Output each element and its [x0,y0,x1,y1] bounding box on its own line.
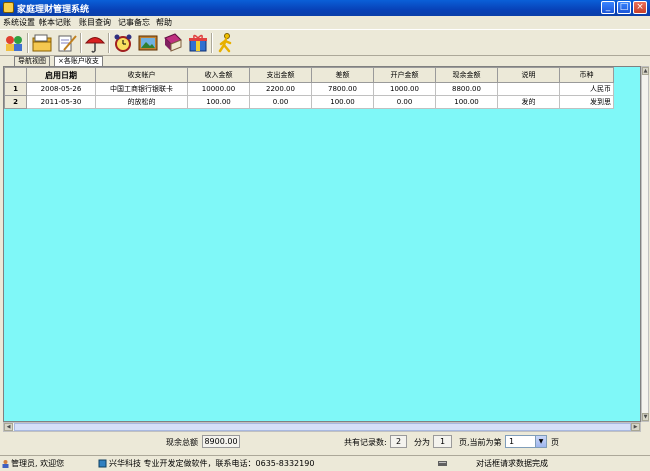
tab-account-balance-label: 各账户收支 [63,57,99,65]
vertical-scrollbar[interactable]: ▲ ▼ [641,66,649,422]
scroll-down-icon[interactable]: ▼ [642,413,649,421]
status-message: 对话框请求数据完成 [476,459,548,468]
cell-expense[interactable]: 0.00 [249,95,312,109]
records-label: 共有记录数: [344,438,387,447]
tab-bar: 导航视图 ×各账户收支 [0,56,650,66]
window-title: 家庭理财管理系统 [17,5,90,15]
title-bar: 家庭理财管理系统 _ □ × [0,0,650,16]
status-company: 兴华科技 专业开发定做软件，联系电话：0635-8332190 [109,459,315,468]
menu-bar: 系统设置 帐本记账 账目查询 记事备忘 帮助 [0,16,650,29]
company-icon [98,459,107,468]
tab-account-balance[interactable]: ×各账户收支 [54,56,103,66]
table-row[interactable]: 1 2008-05-26 中国工商银行银联卡 10000.00 2200.00 … [4,82,614,96]
table-row[interactable]: 2 2011-05-30 的放松的 100.00 0.00 100.00 0.0… [4,95,614,109]
horizontal-scrollbar[interactable]: ◀ ▶ [3,422,641,432]
cell-opening-amount[interactable]: 0.00 [373,95,436,109]
accounts-grid[interactable]: 启用日期 收支帐户 收入金额 支出金额 差额 开户金额 现余金额 说明 币种 1… [3,66,641,422]
cell-income[interactable]: 10000.00 [187,82,250,96]
status-bar: 管理员, 欢迎您 兴华科技 专业开发定做软件，联系电话：0635-8332190… [0,455,650,471]
col-difference[interactable]: 差额 [311,67,374,83]
alarm-clock-icon[interactable] [111,32,135,54]
cell-start-date[interactable]: 2008-05-26 [26,82,96,96]
close-button[interactable]: × [633,1,647,14]
book-icon[interactable] [161,32,185,54]
horizontal-scroll-thumb[interactable] [14,423,631,431]
walker-icon[interactable] [214,32,238,54]
page-select[interactable]: 1 ▼ [505,435,547,448]
pages-value: 1 [433,435,452,448]
gift-icon[interactable] [186,32,210,54]
cell-currency[interactable]: 人民币 [559,82,614,96]
cell-current-balance[interactable]: 8800.00 [435,82,498,96]
cell-currency[interactable]: 发到思 [559,95,614,109]
col-account[interactable]: 收支帐户 [95,67,188,83]
col-opening-amount[interactable]: 开户金额 [373,67,436,83]
balance-value: 8900.00 [202,435,240,448]
chevron-down-icon[interactable]: ▼ [535,436,546,447]
cell-account[interactable]: 的放松的 [95,95,188,109]
row-number[interactable]: 1 [4,82,27,96]
pages-label: 分为 [414,438,430,447]
cell-current-balance[interactable]: 100.00 [435,95,498,109]
cell-income[interactable]: 100.00 [187,95,250,109]
cell-difference[interactable]: 7800.00 [311,82,374,96]
page-suffix: 页 [551,438,559,447]
minimize-button[interactable]: _ [601,1,615,14]
status-user: 管理员, 欢迎您 [11,459,65,468]
cell-opening-amount[interactable]: 1000.00 [373,82,436,96]
scroll-left-icon[interactable]: ◀ [4,423,13,431]
col-currency[interactable]: 币种 [559,67,614,83]
cell-start-date[interactable]: 2011-05-30 [26,95,96,109]
umbrella-icon[interactable] [83,32,107,54]
folder-icon[interactable] [30,32,54,54]
people-icon[interactable] [2,32,26,54]
picture-icon[interactable] [136,32,160,54]
tab-navigation-view[interactable]: 导航视图 [14,56,50,66]
cell-account[interactable]: 中国工商银行银联卡 [95,82,188,96]
col-current-balance[interactable]: 现余金额 [435,67,498,83]
scroll-right-icon[interactable]: ▶ [631,423,640,431]
col-income[interactable]: 收入金额 [187,67,250,83]
table-header: 启用日期 收支帐户 收入金额 支出金额 差额 开户金额 现余金额 说明 币种 [4,67,614,83]
app-icon [3,2,14,13]
col-start-date[interactable]: 启用日期 [26,67,96,83]
current-page-label: 页,当前为第 [459,438,502,447]
maximize-button[interactable]: □ [617,1,631,14]
cell-difference[interactable]: 100.00 [311,95,374,109]
menu-memo[interactable]: 记事备忘 [118,17,150,28]
summary-bar: 现余总额 8900.00 共有记录数: 2 分为 1 页,当前为第 1 ▼ 页 [0,433,650,453]
col-expense[interactable]: 支出金额 [249,67,312,83]
row-number[interactable]: 2 [4,95,27,109]
records-value: 2 [390,435,407,448]
scroll-up-icon[interactable]: ▲ [642,67,649,75]
page-select-value: 1 [509,437,515,446]
balance-label: 现余总额 [166,438,198,447]
user-icon [2,460,9,468]
keyboard-icon [438,461,447,466]
col-description[interactable]: 说明 [497,67,560,83]
menu-system-settings[interactable]: 系统设置 [3,17,35,28]
toolbar [0,29,650,56]
menu-help[interactable]: 帮助 [156,17,172,28]
cell-expense[interactable]: 2200.00 [249,82,312,96]
corner-header [4,67,27,83]
menu-account-query[interactable]: 账目查询 [79,17,111,28]
cell-description[interactable]: 发的 [497,95,560,109]
write-icon[interactable] [55,32,79,54]
cell-description[interactable] [497,82,560,96]
menu-bookkeeping[interactable]: 帐本记账 [39,17,71,28]
